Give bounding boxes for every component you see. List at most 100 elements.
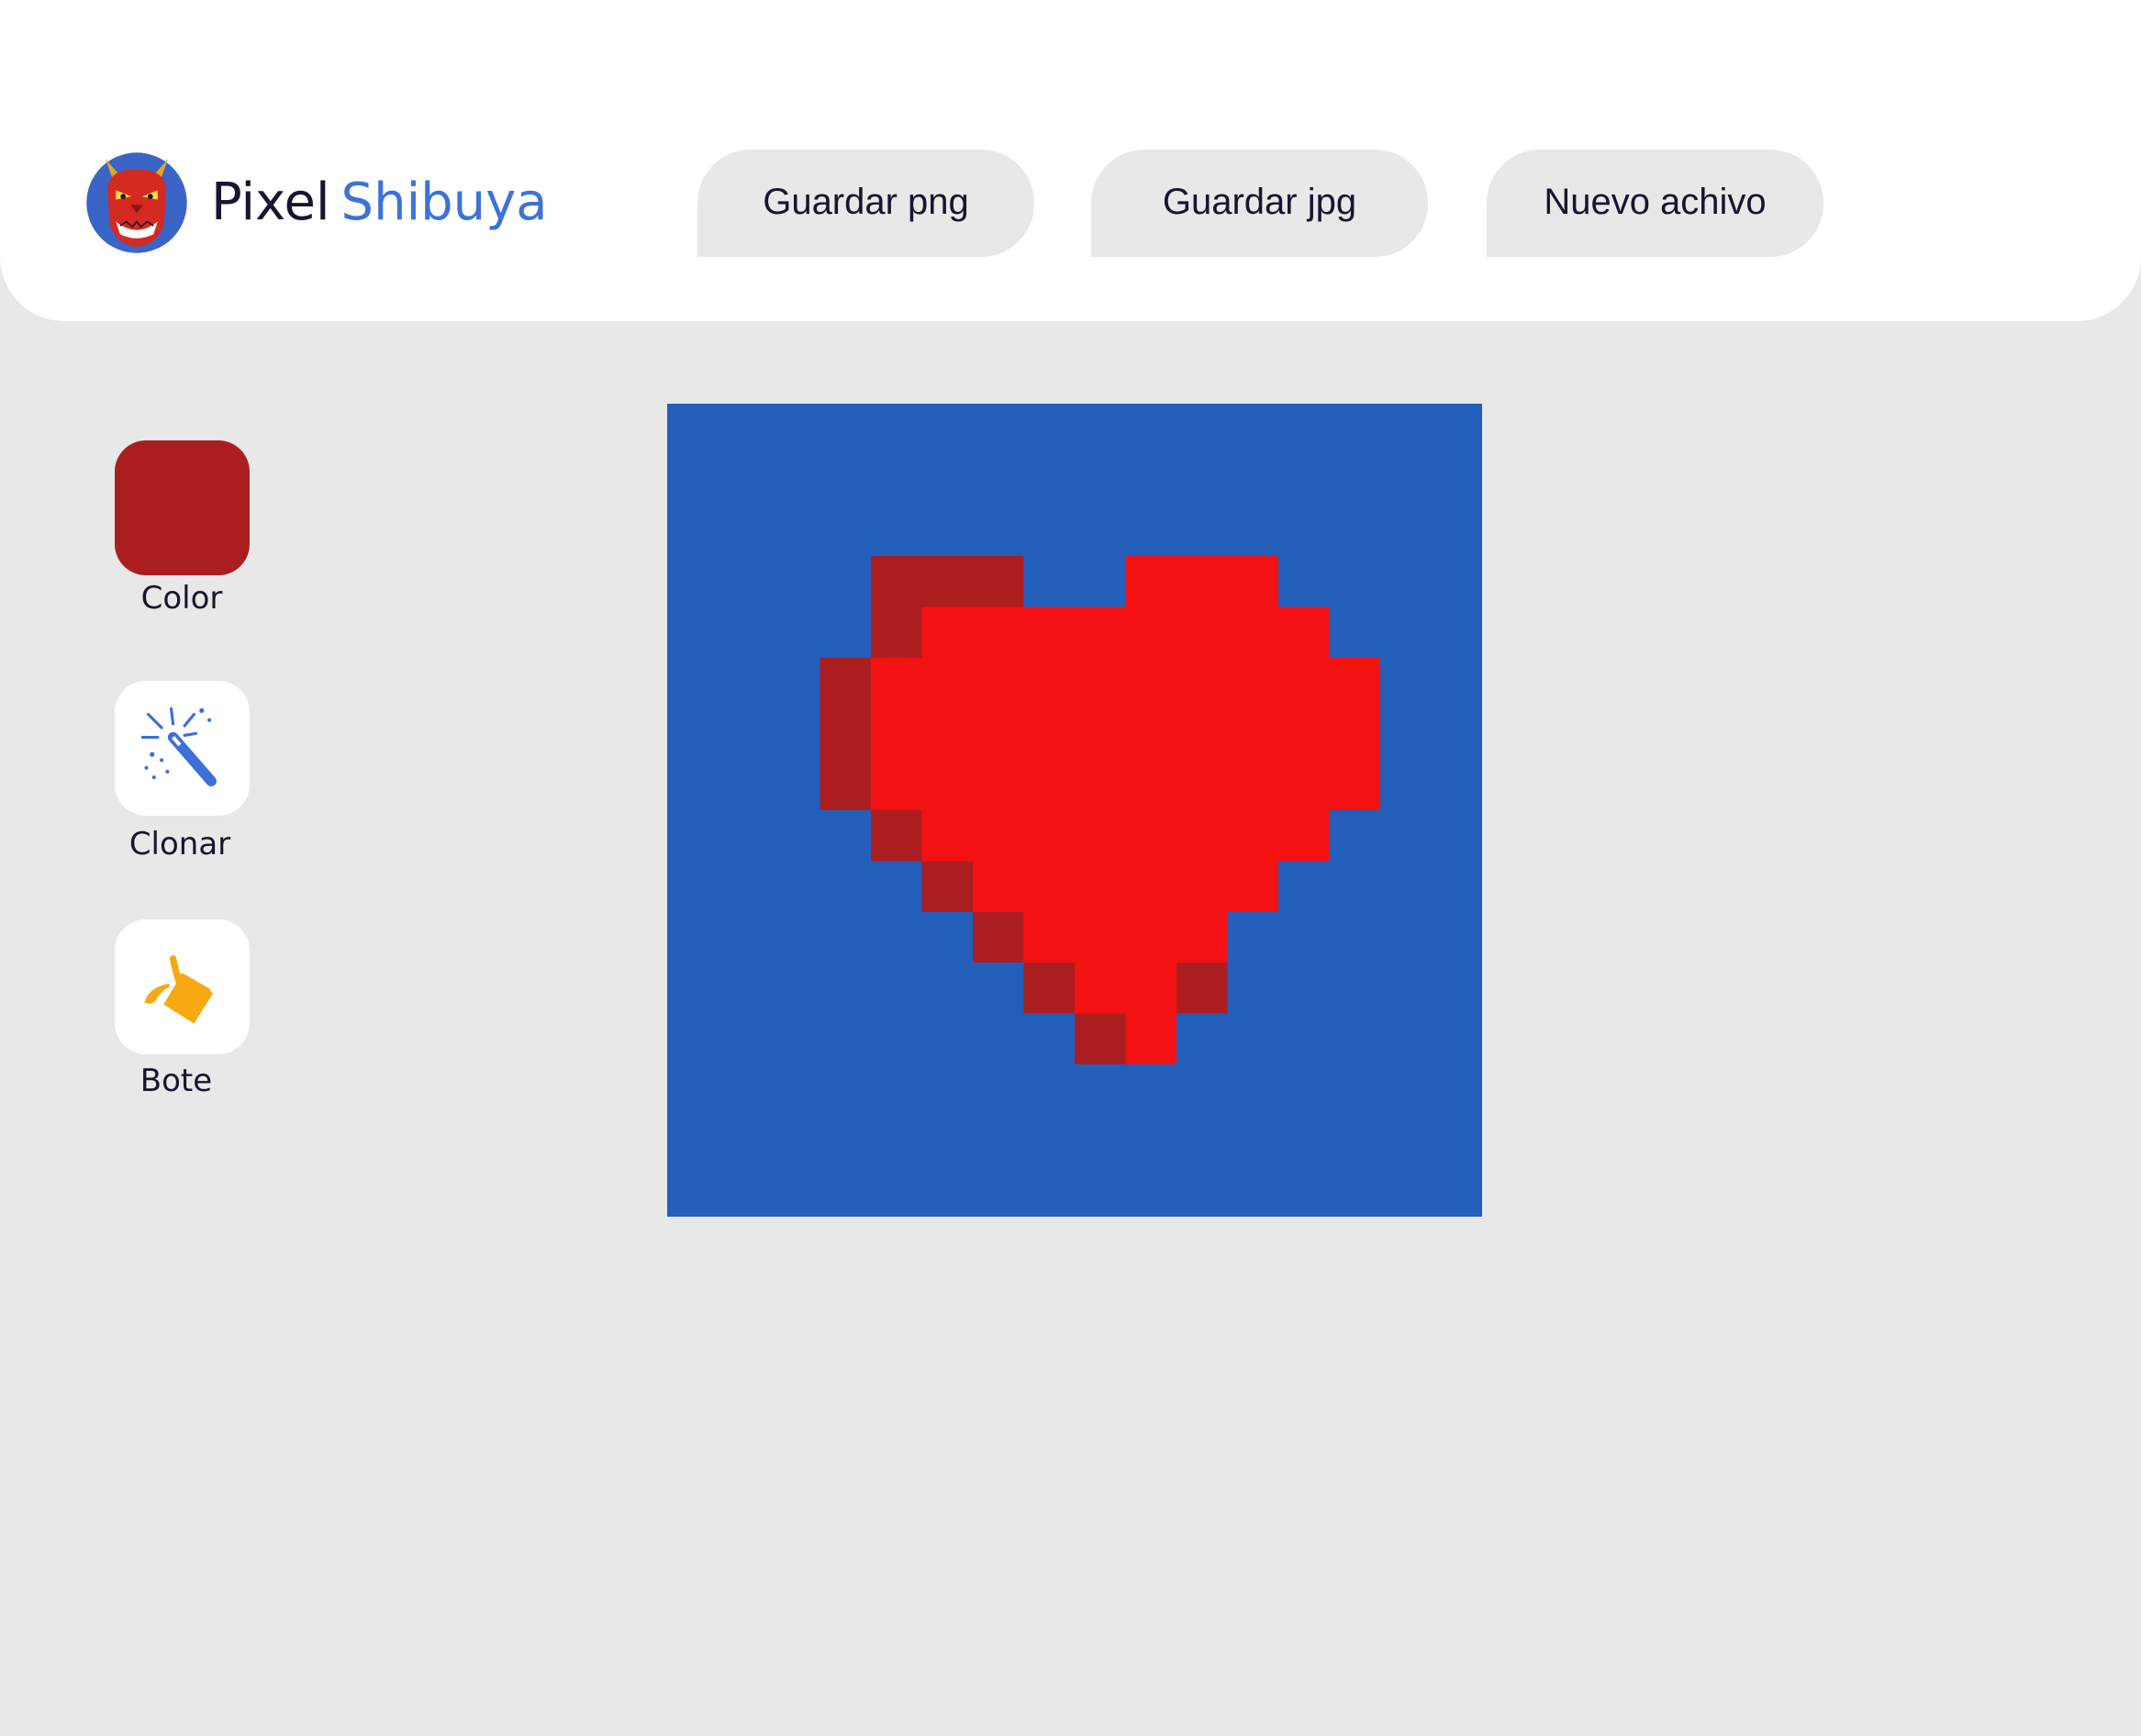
canvas-pixel[interactable]: [871, 657, 923, 710]
canvas-pixel[interactable]: [1227, 606, 1280, 659]
canvas-pixel[interactable]: [1227, 404, 1280, 456]
canvas-pixel[interactable]: [1075, 556, 1127, 608]
canvas-pixel[interactable]: [1075, 1063, 1127, 1117]
canvas-pixel[interactable]: [1125, 1165, 1178, 1217]
canvas-pixel[interactable]: [769, 404, 821, 456]
canvas-pixel[interactable]: [1380, 1115, 1433, 1167]
canvas-pixel[interactable]: [921, 556, 975, 608]
canvas-pixel[interactable]: [871, 1115, 923, 1167]
canvas-pixel[interactable]: [1380, 911, 1433, 964]
canvas-pixel[interactable]: [871, 861, 923, 913]
canvas-pixel[interactable]: [1125, 454, 1178, 506]
canvas-pixel[interactable]: [1227, 505, 1280, 558]
canvas-pixel[interactable]: [1329, 810, 1382, 862]
canvas-pixel[interactable]: [1278, 404, 1331, 456]
canvas-pixel[interactable]: [1431, 404, 1483, 456]
canvas-pixel[interactable]: [1329, 759, 1382, 812]
canvas-pixel[interactable]: [769, 861, 821, 913]
canvas-pixel[interactable]: [769, 759, 821, 812]
canvas-pixel[interactable]: [1075, 861, 1127, 913]
canvas-pixel[interactable]: [718, 759, 771, 812]
canvas-pixel[interactable]: [1125, 606, 1178, 659]
canvas-pixel[interactable]: [1278, 505, 1331, 558]
canvas-pixel[interactable]: [820, 1165, 873, 1217]
canvas-pixel[interactable]: [1023, 657, 1076, 710]
canvas-pixel[interactable]: [1278, 708, 1331, 761]
canvas-pixel[interactable]: [1125, 759, 1178, 812]
canvas-pixel[interactable]: [820, 810, 873, 862]
canvas-pixel[interactable]: [1278, 606, 1331, 659]
canvas-pixel[interactable]: [1380, 556, 1433, 608]
canvas-pixel[interactable]: [1329, 708, 1382, 761]
canvas-pixel[interactable]: [871, 404, 923, 456]
canvas-pixel[interactable]: [667, 556, 719, 608]
canvas-pixel[interactable]: [1329, 404, 1382, 456]
canvas-pixel[interactable]: [718, 911, 771, 964]
canvas-pixel[interactable]: [1227, 1013, 1280, 1065]
canvas-pixel[interactable]: [1176, 911, 1229, 964]
canvas-pixel[interactable]: [973, 708, 1025, 761]
canvas-pixel[interactable]: [1278, 759, 1331, 812]
new-file-button[interactable]: Nuevo achivo: [1487, 150, 1823, 257]
canvas-pixel[interactable]: [820, 963, 873, 1015]
canvas-pixel[interactable]: [1431, 1063, 1483, 1117]
canvas-pixel[interactable]: [667, 606, 719, 659]
canvas-pixel[interactable]: [820, 657, 873, 710]
canvas-pixel[interactable]: [1023, 1115, 1076, 1167]
canvas-pixel[interactable]: [820, 759, 873, 812]
canvas-pixel[interactable]: [820, 606, 873, 659]
bucket-tool-button[interactable]: [115, 919, 250, 1054]
canvas-pixel[interactable]: [718, 505, 771, 558]
canvas-pixel[interactable]: [1380, 708, 1433, 761]
canvas-pixel[interactable]: [1176, 1013, 1229, 1065]
canvas-pixel[interactable]: [718, 1115, 771, 1167]
canvas-pixel[interactable]: [667, 911, 719, 964]
canvas-pixel[interactable]: [1380, 1013, 1433, 1065]
canvas-pixel[interactable]: [667, 454, 719, 506]
canvas-pixel[interactable]: [1023, 911, 1076, 964]
canvas-pixel[interactable]: [1125, 505, 1178, 558]
canvas-pixel[interactable]: [1176, 759, 1229, 812]
canvas-pixel[interactable]: [769, 1165, 821, 1217]
canvas-pixel[interactable]: [1278, 556, 1331, 608]
canvas-pixel[interactable]: [667, 1115, 719, 1167]
canvas-pixel[interactable]: [1380, 404, 1433, 456]
canvas-pixel[interactable]: [718, 606, 771, 659]
canvas-pixel[interactable]: [973, 861, 1025, 913]
canvas-pixel[interactable]: [1380, 657, 1433, 710]
canvas-pixel[interactable]: [921, 404, 975, 456]
drawing-canvas[interactable]: [667, 404, 1482, 1217]
canvas-pixel[interactable]: [1125, 1063, 1178, 1117]
canvas-pixel[interactable]: [1023, 1165, 1076, 1217]
canvas-pixel[interactable]: [667, 963, 719, 1015]
canvas-pixel[interactable]: [1329, 861, 1382, 913]
canvas-pixel[interactable]: [921, 810, 975, 862]
canvas-pixel[interactable]: [1431, 454, 1483, 506]
canvas-pixel[interactable]: [921, 505, 975, 558]
canvas-pixel[interactable]: [1329, 454, 1382, 506]
canvas-pixel[interactable]: [973, 1115, 1025, 1167]
canvas-pixel[interactable]: [1125, 556, 1178, 608]
canvas-pixel[interactable]: [1431, 759, 1483, 812]
canvas-pixel[interactable]: [1023, 404, 1076, 456]
canvas-pixel[interactable]: [1023, 606, 1076, 659]
canvas-pixel[interactable]: [667, 657, 719, 710]
canvas-pixel[interactable]: [871, 911, 923, 964]
canvas-pixel[interactable]: [1227, 759, 1280, 812]
canvas-pixel[interactable]: [1380, 454, 1433, 506]
canvas-pixel[interactable]: [871, 454, 923, 506]
canvas-pixel[interactable]: [1075, 454, 1127, 506]
color-picker-button[interactable]: [115, 440, 250, 575]
canvas-pixel[interactable]: [1380, 505, 1433, 558]
canvas-pixel[interactable]: [1023, 963, 1076, 1015]
canvas-pixel[interactable]: [769, 1013, 821, 1065]
canvas-pixel[interactable]: [1023, 1063, 1076, 1117]
canvas-pixel[interactable]: [921, 1013, 975, 1065]
canvas-pixel[interactable]: [1431, 505, 1483, 558]
canvas-pixel[interactable]: [871, 1165, 923, 1217]
canvas-pixel[interactable]: [973, 1063, 1025, 1117]
canvas-pixel[interactable]: [769, 963, 821, 1015]
canvas-pixel[interactable]: [1075, 1115, 1127, 1167]
canvas-pixel[interactable]: [1278, 911, 1331, 964]
canvas-pixel[interactable]: [973, 911, 1025, 964]
